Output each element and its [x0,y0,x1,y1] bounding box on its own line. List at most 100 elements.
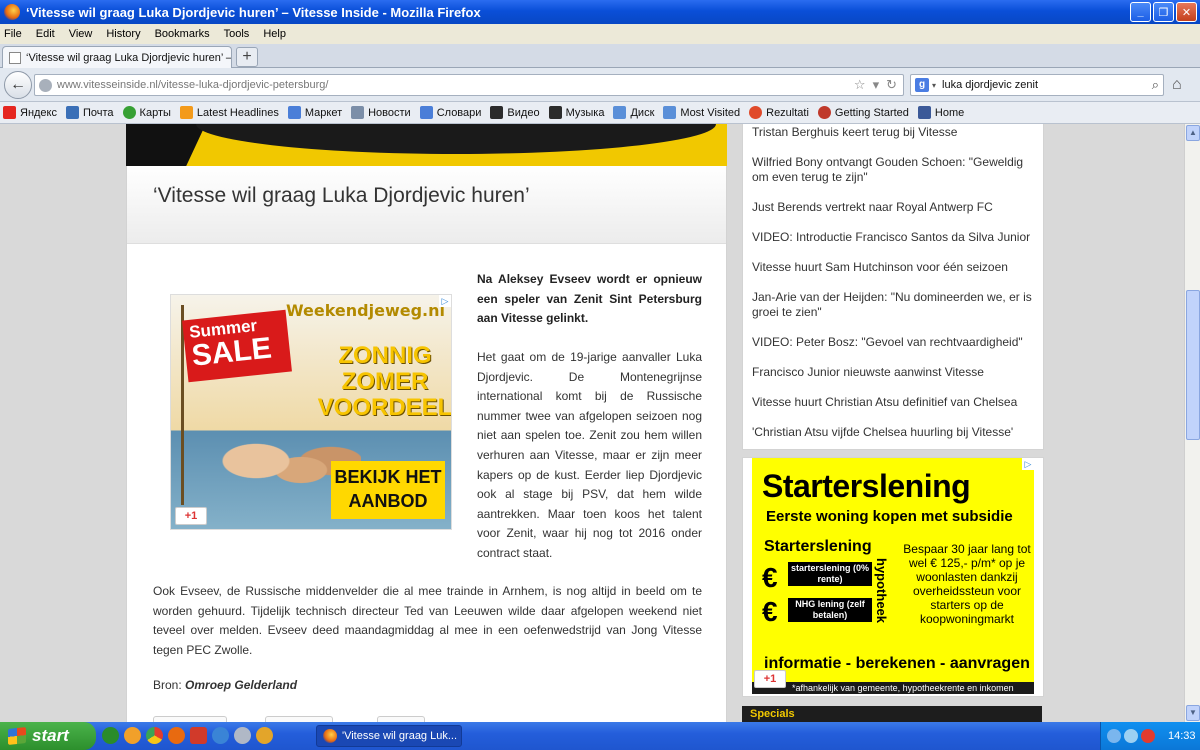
bookmark-yandex[interactable]: Яндекс [3,106,57,119]
tools-icon[interactable] [234,727,251,744]
menu-history[interactable]: History [106,28,140,40]
restore-button[interactable]: ❐ [1153,2,1174,22]
bookmark-disk[interactable]: Диск [613,106,654,119]
bookmark-karty[interactable]: Карты [122,106,171,119]
google-icon[interactable]: g [915,78,929,92]
minimize-button[interactable]: _ [1130,2,1151,22]
specials-header: Specials [742,706,1042,722]
menu-edit[interactable]: Edit [36,28,55,40]
home-icon[interactable]: ⌂ [1172,76,1182,94]
scroll-up-icon[interactable]: ▲ [1186,125,1200,141]
back-button[interactable]: ← [4,71,32,99]
close-button[interactable]: ✕ [1176,2,1197,22]
chrome-icon[interactable] [146,727,163,744]
bookmark-pochta[interactable]: Почта [66,106,114,119]
tab-current[interactable]: ‘Vitesse wil graag Luka Djordjevic huren… [2,46,232,68]
safety-icon[interactable] [1124,729,1138,743]
bookmark-getting-started[interactable]: Getting Started [817,106,909,119]
dropdown-arrow-icon[interactable]: ▾ [873,77,880,93]
sidebar-news-item[interactable]: Jan-Arie van der Heijden: "Nu domineerde… [752,290,1042,320]
search-engine-dropdown-icon[interactable]: ▾ [932,81,936,90]
ad-label: Starterslening [764,538,872,555]
bookmark-label: Карты [139,106,171,119]
vertical-scrollbar[interactable]: ▲ ▼ [1184,124,1200,722]
sidebar-news-item[interactable]: 'Christian Atsu vijfde Chelsea huurling … [752,425,1042,440]
bookmark-label: Маркет [304,106,343,119]
page-content: ‘Vitesse wil graag Luka Djordjevic huren… [0,124,1184,722]
taskbar-window-label: 'Vitesse wil graag Luk... [342,730,458,742]
bookmark-video[interactable]: Видео [490,106,540,119]
article-header: ‘Vitesse wil graag Luka Djordjevic huren… [127,166,726,244]
sidebar-news-item[interactable]: VIDEO: Introductie Francisco Santos da S… [752,230,1042,245]
ad-starterslening[interactable]: Starterslening Eerste woning kopen met s… [742,457,1044,697]
firefox-icon[interactable] [168,727,185,744]
scroll-down-icon[interactable]: ▼ [1186,705,1200,721]
search-input[interactable]: luka djordjevic zenit [942,79,1038,91]
search-bar[interactable]: g ▾ luka djordjevic zenit ⌕ [910,74,1164,96]
taskbar: start 'Vitesse wil graag Luk... 14:33 [0,722,1200,750]
sale-line-2: SALE [190,331,274,373]
bookmark-label: Музыка [565,106,605,119]
ad-fine-print: *afhankelijk van gemeente, hypotheekrent… [752,682,1034,694]
menu-bookmarks[interactable]: Bookmarks [155,28,210,40]
hero-image [126,124,727,166]
bookmark-muzyka[interactable]: Музыка [548,106,605,119]
menu-bar: File Edit View History Bookmarks Tools H… [0,24,1200,44]
google-plus-button[interactable]: +1 [754,670,786,688]
browser-icon[interactable] [124,727,141,744]
new-tab-button[interactable]: + [236,47,258,67]
bookmark-label: Home [934,106,965,119]
adchoices-icon[interactable]: ▷ [439,295,451,307]
menu-help[interactable]: Help [263,28,286,40]
ad-box-starterslening: starterslening (0% rente) [788,562,872,586]
ad-starterslening-banner[interactable]: Starterslening Eerste woning kopen met s… [752,458,1034,694]
summer-sale-flag: Summer SALE [182,309,292,383]
ad-cta-button[interactable]: BEKIJK HET AANBOD [331,461,445,519]
sidebar-news-item[interactable]: Vitesse huurt Christian Atsu definitief … [752,395,1042,410]
bookmark-rezultati[interactable]: Rezultati [749,106,809,119]
media-player-icon[interactable] [256,727,273,744]
tab-label: ‘Vitesse wil graag Luka Djordjevic huren… [26,51,232,64]
sidebar-news-item[interactable]: Just Berends vertrekt naar Royal Antwerp… [752,200,1042,215]
bookmark-market[interactable]: Маркет [287,106,343,119]
bookmark-slovari[interactable]: Словари [419,106,481,119]
bookmark-most-visited[interactable]: Most Visited [663,106,740,119]
bookmark-star-icon[interactable]: ☆ [854,77,866,93]
sidebar-news-item[interactable]: VIDEO: Peter Bosz: "Gevoel van rechtvaar… [752,335,1042,350]
bookmark-novosti[interactable]: Новости [351,106,411,119]
kaspersky-icon[interactable] [190,727,207,744]
google-plus-button[interactable]: +1 [175,507,207,525]
network-icon[interactable] [1107,729,1121,743]
ie-icon[interactable] [212,727,229,744]
sidebar-news-item[interactable]: Vitesse huurt Sam Hutchinson voor één se… [752,260,1042,275]
system-tray: 14:33 [1100,722,1200,750]
bookmark-label: Видео [507,106,540,119]
menu-tools[interactable]: Tools [224,28,250,40]
sidebar-news-item[interactable]: Francisco Junior nieuwste aanwinst Vites… [752,365,1042,380]
bookmark-latest-headlines[interactable]: Latest Headlines [179,106,279,119]
ad-vertical-text: hypotheek [874,558,889,624]
wordpress-icon[interactable] [102,727,119,744]
bookmark-label: Яндекс [20,106,57,119]
ad-headline: ZONNIG ZOMER VOORDEEL [317,342,452,421]
menu-file[interactable]: File [4,28,22,40]
start-button[interactable]: start [0,722,96,750]
antivirus-icon[interactable] [1141,729,1155,743]
sidebar-news-item[interactable]: Tristan Berghuis keert terug bij Vitesse [752,125,1042,140]
reload-icon[interactable]: ↻ [886,77,897,93]
adchoices-icon[interactable]: ▷ [1022,458,1034,470]
url-bar[interactable]: www.vitesseinside.nl/vitesse-luka-djordj… [34,74,904,96]
ad-weekendjeweg[interactable]: Weekendjeweg.nl Summer SALE ZONNIG ZOMER… [170,294,452,530]
menu-view[interactable]: View [69,28,93,40]
sidebar-news-item[interactable]: Wilfried Bony ontvangt Gouden Schoen: "G… [752,155,1042,185]
article: ‘Vitesse wil graag Luka Djordjevic huren… [126,166,727,722]
ad-title: Starterslening [762,468,971,504]
bookmark-home[interactable]: Home [917,106,965,119]
navigation-bar: ← www.vitesseinside.nl/vitesse-luka-djor… [0,68,1200,102]
scrollbar-thumb[interactable] [1186,290,1200,440]
taskbar-firefox-window[interactable]: 'Vitesse wil graag Luk... [316,725,462,747]
window-title: ‘Vitesse wil graag Luka Djordjevic huren… [26,4,481,20]
search-icon[interactable]: ⌕ [1152,77,1159,93]
bookmark-label: Почта [83,106,114,119]
article-lead: Na Aleksey Evseev wordt er opnieuw een s… [477,272,702,326]
